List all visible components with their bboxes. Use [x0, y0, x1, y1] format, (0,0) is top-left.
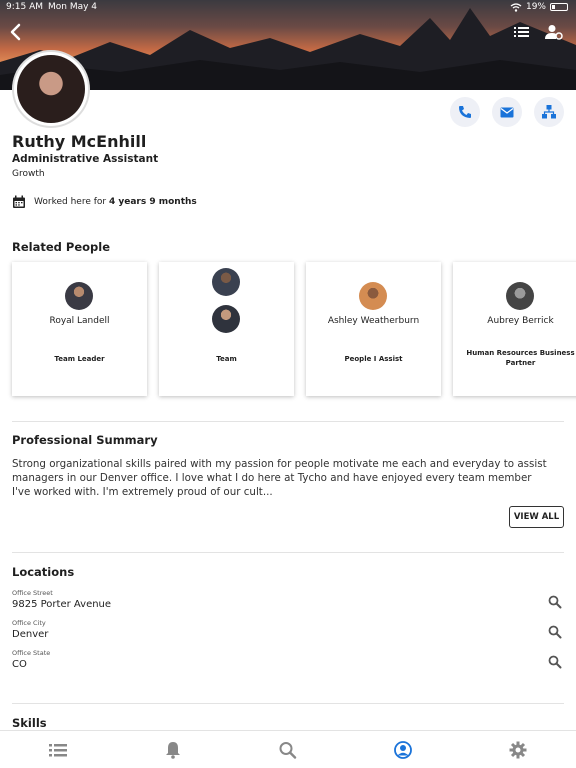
- back-chevron-icon[interactable]: [6, 22, 26, 42]
- status-bar: 9:15 AM Mon May 4 19%: [6, 2, 568, 16]
- tenure-row: Worked here for 4 years 9 months: [12, 195, 197, 209]
- profile-department: Growth: [12, 169, 45, 179]
- profile-name: Ruthy McEnhill: [12, 132, 147, 151]
- bell-icon[interactable]: [163, 741, 183, 759]
- search-icon[interactable]: [548, 595, 562, 609]
- person-relation: Human Resources Business Partner: [466, 349, 575, 367]
- skills-title: Skills: [12, 716, 47, 730]
- org-chart-icon: [542, 105, 556, 119]
- person-avatar: [359, 282, 387, 310]
- phone-icon: [459, 106, 471, 118]
- related-people-carousel[interactable]: Royal Landell Team Leader Team Ashley We…: [12, 262, 576, 396]
- tenure-prefix: Worked here for: [34, 197, 107, 207]
- location-value: 9825 Porter Avenue: [12, 599, 112, 610]
- related-people-title: Related People: [12, 240, 110, 254]
- location-label: Office Street: [12, 589, 53, 597]
- location-value: CO: [12, 659, 27, 670]
- person-name: Royal Landell: [49, 316, 110, 326]
- summary-text: Strong organizational skills paired with…: [12, 458, 547, 498]
- search-icon[interactable]: [278, 741, 298, 759]
- divider: [12, 703, 564, 704]
- person-settings-icon[interactable]: [545, 24, 563, 40]
- person-avatar: [212, 305, 240, 333]
- search-icon[interactable]: [548, 655, 562, 669]
- person-card-team[interactable]: Team: [159, 262, 294, 396]
- person-avatar: [65, 282, 93, 310]
- battery-icon: [550, 3, 568, 11]
- org-chart-button[interactable]: [534, 97, 564, 127]
- avatar-photo: [17, 55, 85, 123]
- list-icon[interactable]: [48, 741, 68, 759]
- locations-title: Locations: [12, 565, 75, 579]
- profile-title: Administrative Assistant: [12, 153, 159, 165]
- battery-percent: 19%: [525, 2, 546, 12]
- person-avatar: [506, 282, 534, 310]
- person-relation: People I Assist: [344, 355, 403, 363]
- person-name: Aubrey Berrick: [487, 316, 554, 326]
- location-label: Office State: [12, 649, 51, 657]
- list-icon[interactable]: [513, 24, 531, 40]
- location-label: Office City: [12, 619, 46, 627]
- bottom-tab-bar: [0, 730, 576, 768]
- mail-icon: [500, 107, 514, 117]
- profile-icon[interactable]: [393, 741, 413, 759]
- person-avatar: [212, 268, 240, 296]
- wifi-icon: [510, 2, 522, 12]
- summary-title: Professional Summary: [12, 433, 158, 447]
- call-button[interactable]: [450, 97, 480, 127]
- person-card-royal-landell[interactable]: Royal Landell Team Leader: [12, 262, 147, 396]
- calendar-icon: [13, 195, 25, 208]
- email-button[interactable]: [492, 97, 522, 127]
- person-relation: Team: [216, 355, 237, 363]
- person-relation: Team Leader: [54, 355, 105, 363]
- divider: [12, 552, 564, 553]
- person-name: Ashley Weatherburn: [327, 316, 420, 326]
- tenure-value: 4 years 9 months: [108, 197, 197, 207]
- view-all-button[interactable]: VIEW ALL: [509, 506, 564, 528]
- gear-icon[interactable]: [508, 741, 528, 759]
- status-time: 9:15 AM: [6, 2, 43, 12]
- profile-avatar: [12, 50, 90, 128]
- status-date: Mon May 4: [48, 2, 98, 12]
- location-value: Denver: [12, 629, 49, 640]
- search-icon[interactable]: [548, 625, 562, 639]
- divider: [12, 421, 564, 422]
- person-card-aubrey-berrick[interactable]: Aubrey Berrick Human Resources Business …: [453, 262, 576, 396]
- person-card-ashley-weatherburn[interactable]: Ashley Weatherburn People I Assist: [306, 262, 441, 396]
